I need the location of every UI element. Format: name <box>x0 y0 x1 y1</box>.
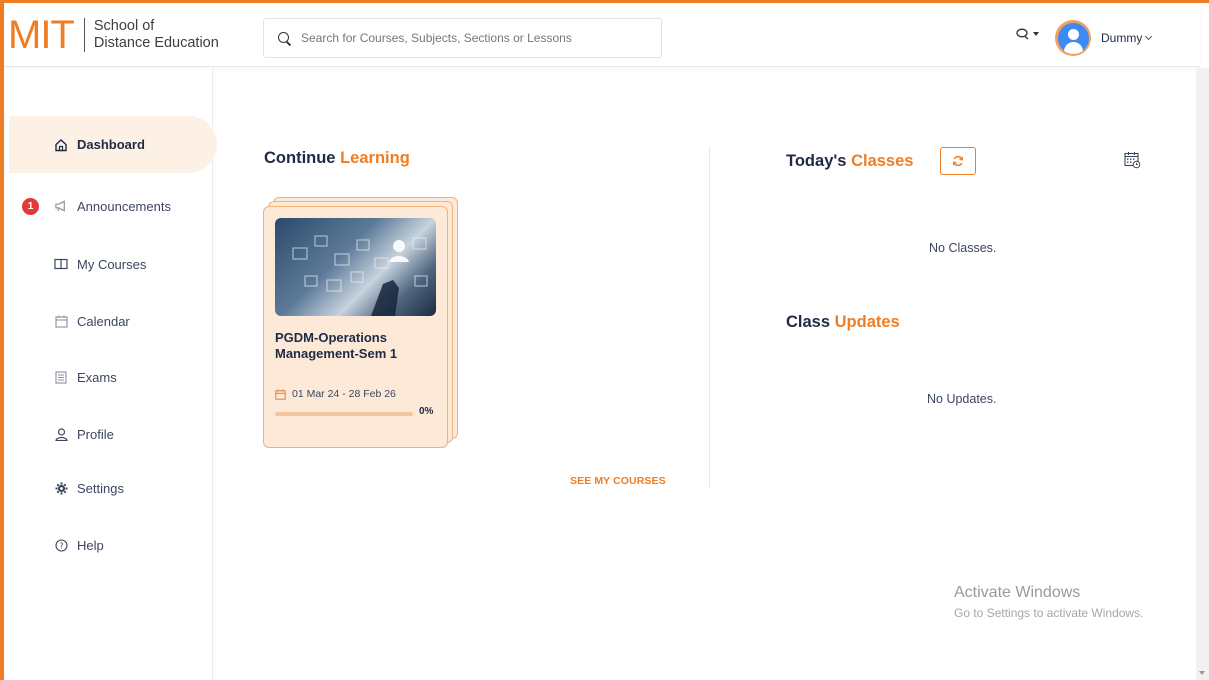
sidebar-item-label: Announcements <box>77 198 171 214</box>
sidebar-item-calendar[interactable]: Calendar <box>4 301 213 341</box>
title-part1: Class <box>786 313 831 331</box>
course-progress-label: 0% <box>419 406 434 417</box>
activate-windows-subtitle: Go to Settings to activate Windows. <box>954 606 1144 620</box>
user-icon <box>54 427 68 441</box>
page-scrollbar[interactable] <box>1196 68 1209 680</box>
exam-icon <box>54 370 68 384</box>
sidebar-item-exams[interactable]: Exams <box>4 357 213 397</box>
course-card-stack[interactable]: PGDM-Operations Management-Sem 1 01 Mar … <box>263 197 458 449</box>
sidebar-item-my-courses[interactable]: My Courses <box>4 244 213 284</box>
todays-classes-title: Today's Classes <box>786 152 913 171</box>
title-part2: Updates <box>834 313 900 331</box>
user-menu[interactable]: Dummy <box>1101 31 1153 45</box>
course-title[interactable]: PGDM-Operations Management-Sem 1 <box>275 330 435 362</box>
no-updates-message: No Updates. <box>927 392 997 406</box>
no-classes-message: No Classes. <box>929 241 997 255</box>
sidebar-item-label: Settings <box>77 480 124 496</box>
gear-icon <box>54 481 68 495</box>
user-name: Dummy <box>1101 31 1143 45</box>
sidebar-item-label: My Courses <box>77 256 147 272</box>
chevron-down-icon <box>1145 32 1153 41</box>
sidebar: Dashboard 1 Announcements My Courses Cal… <box>4 68 217 680</box>
calendar-icon <box>275 388 286 400</box>
logo[interactable]: MIT School of Distance Education <box>8 13 219 57</box>
sidebar-item-announcements[interactable]: 1 Announcements <box>4 186 213 226</box>
scroll-down-arrow-icon[interactable] <box>1199 671 1205 675</box>
home-icon <box>54 138 68 152</box>
avatar[interactable] <box>1055 20 1091 56</box>
sidebar-item-settings[interactable]: Settings <box>4 468 213 508</box>
chat-menu-button[interactable] <box>1016 28 1039 40</box>
top-header: MIT School of Distance Education Dummy <box>4 3 1200 67</box>
sidebar-item-label: Help <box>77 537 104 553</box>
user-icon <box>1057 22 1089 54</box>
logo-text-line1: School of <box>93 18 155 34</box>
sidebar-item-label: Calendar <box>77 313 130 329</box>
logo-mark: MIT <box>8 13 75 57</box>
refresh-classes-button[interactable] <box>940 147 976 175</box>
sidebar-item-label: Dashboard <box>77 137 145 152</box>
title-part1: Continue <box>264 149 336 167</box>
refresh-icon <box>952 155 964 167</box>
svg-text:?: ? <box>59 541 63 550</box>
caret-down-icon <box>1033 32 1039 36</box>
see-my-courses-link[interactable]: SEE MY COURSES <box>570 475 666 487</box>
course-card[interactable]: PGDM-Operations Management-Sem 1 01 Mar … <box>263 206 448 448</box>
sidebar-item-label: Exams <box>77 369 117 385</box>
course-date-range: 01 Mar 24 - 28 Feb 26 <box>292 388 396 400</box>
book-icon <box>54 257 68 271</box>
class-updates-title: Class Updates <box>786 313 900 332</box>
logo-text-line2: Distance Education <box>93 35 219 51</box>
calendar-clock-icon <box>1124 152 1141 169</box>
section-divider <box>709 146 710 488</box>
sidebar-item-profile[interactable]: Profile <box>4 414 213 454</box>
course-thumbnail <box>275 218 436 316</box>
course-dates: 01 Mar 24 - 28 Feb 26 <box>275 388 396 400</box>
sidebar-item-help[interactable]: ? Help <box>4 525 213 565</box>
continue-learning-title: Continue Learning <box>264 149 410 168</box>
notification-badge: 1 <box>22 197 39 215</box>
help-icon: ? <box>54 538 68 552</box>
activate-windows-title: Activate Windows <box>954 584 1081 601</box>
course-progress-bar <box>275 412 413 416</box>
title-part1: Today's <box>786 152 847 170</box>
search-box[interactable] <box>263 18 662 58</box>
title-part2: Classes <box>851 152 914 170</box>
chat-icon <box>1016 28 1029 40</box>
search-input[interactable] <box>301 31 641 45</box>
logo-text: School of Distance Education <box>94 18 219 52</box>
sidebar-item-label: Profile <box>77 426 114 442</box>
calendar-view-button[interactable] <box>1124 151 1141 174</box>
sidebar-item-dashboard[interactable]: Dashboard <box>9 116 217 173</box>
megaphone-icon <box>54 199 68 213</box>
title-part2: Learning <box>340 149 410 167</box>
calendar-icon <box>54 314 68 328</box>
search-icon <box>278 31 291 45</box>
logo-divider <box>83 18 85 52</box>
